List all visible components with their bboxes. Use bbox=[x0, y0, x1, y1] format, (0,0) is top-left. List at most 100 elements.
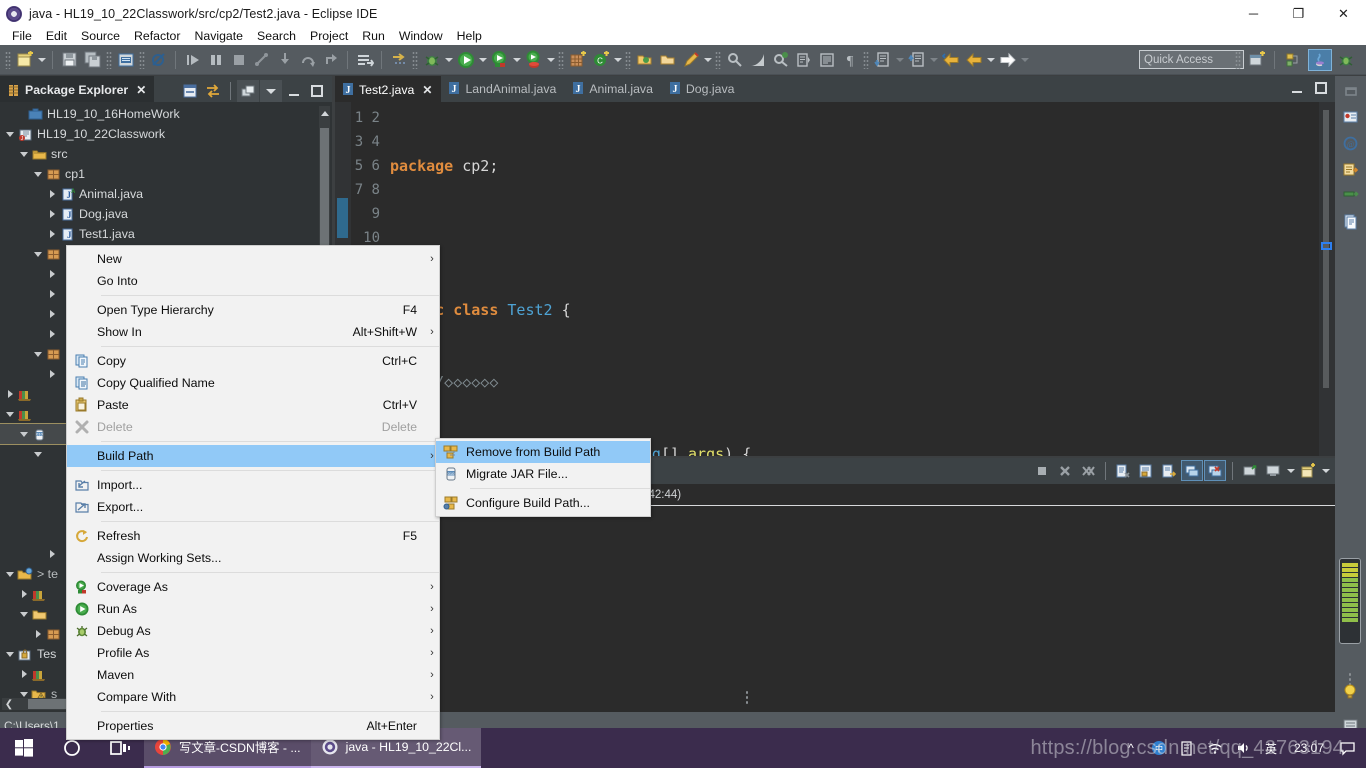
run-icon[interactable] bbox=[455, 49, 476, 70]
back-history-icon[interactable] bbox=[940, 49, 961, 70]
up-chevron-icon[interactable]: ^ bbox=[1118, 728, 1144, 768]
suspend-icon[interactable] bbox=[205, 49, 226, 70]
twisty-open[interactable] bbox=[18, 431, 30, 437]
twisty-closed[interactable] bbox=[18, 590, 30, 598]
save-icon[interactable] bbox=[59, 49, 80, 70]
tree-row[interactable]: J Dog.java bbox=[0, 204, 332, 224]
menu-item-configure-build-path[interactable]: Configure Build Path... bbox=[436, 492, 650, 514]
toggle-block-selection-icon[interactable] bbox=[816, 49, 837, 70]
forward-dropdown[interactable] bbox=[1019, 50, 1030, 70]
tree-row[interactable]: HL19_10_16HomeWork bbox=[0, 104, 332, 124]
twisty-open[interactable] bbox=[18, 691, 30, 697]
menu-run[interactable]: Run bbox=[355, 27, 392, 45]
new-console-dropdown[interactable] bbox=[1320, 461, 1331, 481]
next-edit-icon[interactable] bbox=[872, 49, 893, 70]
maximize-editor-icon[interactable] bbox=[1313, 80, 1329, 96]
maximize-view-icon[interactable] bbox=[306, 80, 328, 102]
toolbar-grip-2[interactable] bbox=[106, 50, 112, 69]
new-class-icon[interactable]: C bbox=[590, 49, 611, 70]
twisty-closed[interactable] bbox=[46, 290, 58, 298]
tree-row[interactable]: J HL19_10_22Classwork bbox=[0, 124, 332, 144]
terminate-console-icon[interactable] bbox=[1031, 460, 1053, 481]
console-display-dropdown[interactable] bbox=[1285, 461, 1296, 481]
perspective-grip[interactable] bbox=[1235, 51, 1241, 69]
twisty-closed[interactable] bbox=[46, 550, 58, 558]
twisty-closed[interactable] bbox=[46, 230, 58, 238]
open-task-icon[interactable] bbox=[354, 49, 375, 70]
run-dropdown[interactable] bbox=[477, 50, 488, 70]
menu-item-remove-from-build-path[interactable]: Remove from Build Path bbox=[436, 441, 650, 463]
menu-source[interactable]: Source bbox=[74, 27, 127, 45]
menu-item-migrate-jar-file[interactable]: 010 Migrate JAR File... bbox=[436, 463, 650, 485]
restore-icon[interactable] bbox=[1335, 78, 1366, 104]
menu-item-compare-with[interactable]: Compare With › bbox=[67, 686, 439, 708]
toolbar-grip-6[interactable] bbox=[625, 50, 631, 69]
action-center-icon[interactable] bbox=[1334, 728, 1360, 768]
close-button[interactable]: ✕ bbox=[1321, 0, 1366, 27]
twisty-open[interactable] bbox=[4, 651, 16, 657]
new-wizard-dropdown[interactable] bbox=[36, 50, 47, 70]
twisty-open[interactable] bbox=[4, 131, 16, 137]
debug-bug-icon[interactable] bbox=[421, 49, 442, 70]
new-class-dropdown[interactable] bbox=[612, 50, 623, 70]
twisty-closed[interactable] bbox=[46, 310, 58, 318]
menu-help[interactable]: Help bbox=[450, 27, 489, 45]
remove-launch-icon[interactable] bbox=[1054, 460, 1076, 481]
debug-dropdown[interactable] bbox=[443, 50, 454, 70]
annotate-icon[interactable] bbox=[680, 49, 701, 70]
pin-console-icon[interactable] bbox=[1158, 460, 1180, 481]
terminate-icon[interactable] bbox=[228, 49, 249, 70]
last-edit-icon[interactable] bbox=[747, 49, 768, 70]
tree-row[interactable]: src bbox=[0, 144, 332, 164]
code-content[interactable]: package cp2; public class Test2 { //◇◇◇◇… bbox=[385, 102, 1319, 456]
open-console-icon[interactable] bbox=[1239, 460, 1261, 481]
editor-overview-ruler[interactable] bbox=[1319, 102, 1335, 456]
toolbar-grip-8[interactable] bbox=[863, 50, 869, 69]
display-selected-console-icon[interactable] bbox=[1181, 460, 1203, 481]
annotate-dropdown[interactable] bbox=[702, 50, 713, 70]
toolbar-grip-7[interactable] bbox=[715, 50, 721, 69]
menu-item-copy-qualified-name[interactable]: Copy Qualified Name bbox=[67, 372, 439, 394]
open-perspective-button[interactable] bbox=[1245, 49, 1269, 71]
twisty-open[interactable] bbox=[32, 351, 44, 357]
new-console-view-icon[interactable] bbox=[1297, 460, 1319, 481]
twisty-open[interactable] bbox=[4, 571, 16, 577]
menu-item-go-into[interactable]: Go Into bbox=[67, 270, 439, 292]
twisty-closed[interactable] bbox=[46, 370, 58, 378]
skip-breakpoints-icon[interactable] bbox=[148, 49, 169, 70]
step-into-icon[interactable] bbox=[274, 49, 295, 70]
menu-item-copy[interactable]: Copy Ctrl+C bbox=[67, 350, 439, 372]
minimize-view-icon[interactable] bbox=[283, 80, 305, 102]
menu-item-new[interactable]: New › bbox=[67, 248, 439, 270]
coverage-run-icon[interactable] bbox=[489, 49, 510, 70]
twisty-closed[interactable] bbox=[32, 630, 44, 638]
search-class-icon[interactable] bbox=[770, 49, 791, 70]
menu-item-show-in[interactable]: Show In Alt+Shift+W › bbox=[67, 321, 439, 343]
windows-start-icon[interactable] bbox=[0, 728, 48, 768]
tree-row[interactable]: cp1 bbox=[0, 164, 332, 184]
toolbar-grip-5[interactable] bbox=[558, 50, 564, 69]
link-with-editor-icon[interactable] bbox=[202, 80, 224, 102]
tab-dog-java[interactable]: J Dog.java bbox=[662, 76, 744, 102]
tree-row[interactable]: J Test1.java bbox=[0, 224, 332, 244]
menu-item-paste[interactable]: Paste Ctrl+V bbox=[67, 394, 439, 416]
volume-icon[interactable] bbox=[1230, 728, 1256, 768]
print-icon[interactable] bbox=[115, 49, 136, 70]
console-resize-grip[interactable] bbox=[745, 690, 749, 706]
coverage-dropdown[interactable] bbox=[511, 50, 522, 70]
display-selected-icon[interactable] bbox=[1262, 460, 1284, 481]
wifi-icon[interactable] bbox=[1202, 728, 1228, 768]
back-dropdown[interactable] bbox=[985, 50, 996, 70]
tab-animal-java[interactable]: J Animal.java bbox=[565, 76, 662, 102]
next-edit-dropdown[interactable] bbox=[894, 50, 905, 70]
save-all-icon[interactable] bbox=[82, 49, 103, 70]
run-external-tools-icon[interactable] bbox=[523, 49, 544, 70]
menu-item-debug-as[interactable]: Debug As › bbox=[67, 620, 439, 642]
scroll-up-icon[interactable] bbox=[319, 106, 330, 120]
overview-marker[interactable] bbox=[1321, 242, 1332, 250]
menu-item-properties[interactable]: Properties Alt+Enter bbox=[67, 715, 439, 737]
show-console-on-error-icon[interactable] bbox=[1204, 460, 1226, 481]
javadoc-view-icon[interactable]: @ bbox=[1335, 130, 1366, 156]
notes-icon[interactable] bbox=[1174, 728, 1200, 768]
context-menu[interactable]: New › Go Into Open Type Hierarchy F4 Sho… bbox=[66, 245, 440, 740]
